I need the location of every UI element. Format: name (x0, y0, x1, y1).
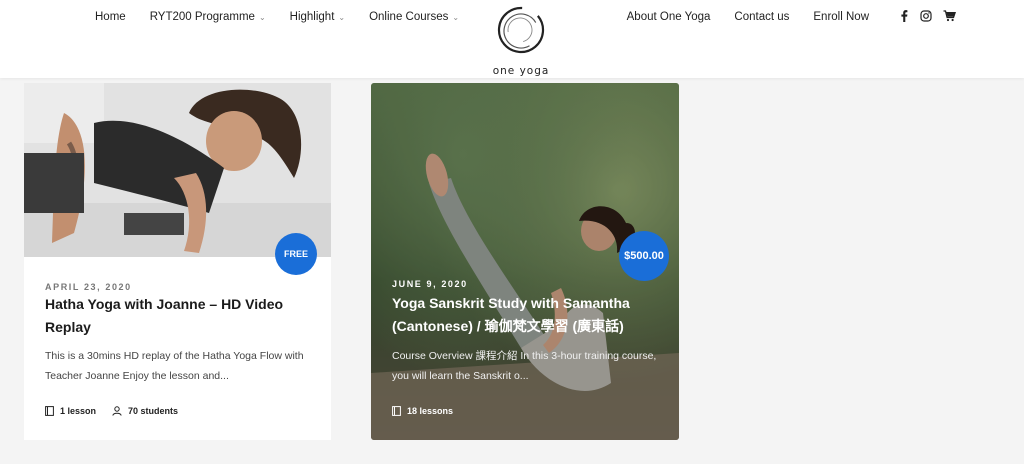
nav-enroll[interactable]: Enroll Now (813, 11, 869, 23)
course-title[interactable]: Yoga Sanskrit Study with Samantha (Canto… (392, 292, 672, 338)
lesson-count-label: 1 lesson (60, 406, 97, 416)
nav-about[interactable]: About One Yoga (627, 11, 711, 23)
chevron-down-icon: ⌄ (338, 12, 346, 22)
course-meta: 18 lessons (392, 406, 469, 416)
course-date: JUNE 9, 2020 (392, 279, 468, 289)
nav-ryt200-label: RYT200 Programme (149, 11, 255, 23)
logo-circle-icon (497, 6, 545, 54)
chevron-down-icon: ⌄ (258, 12, 266, 22)
student-count: 70 students (112, 406, 178, 416)
student-count-label: 70 students (128, 406, 179, 416)
nav-contact-label: Contact us (734, 11, 790, 23)
course-meta: 1 lesson 70 students (45, 406, 194, 416)
nav-home[interactable]: Home (95, 11, 126, 23)
lesson-count-label: 18 lessons (407, 406, 454, 416)
book-icon (45, 406, 54, 416)
course-date: APRIL 23, 2020 (45, 282, 132, 292)
course-excerpt: Course Overview 課程介紹 In this 3-hour trai… (392, 350, 657, 382)
instagram-icon[interactable] (920, 10, 932, 22)
course-thumbnail[interactable] (24, 83, 331, 257)
lesson-count: 1 lesson (45, 406, 96, 416)
facebook-icon[interactable] (899, 10, 909, 22)
course-title[interactable]: Hatha Yoga with Joanne – HD Video Replay (45, 293, 315, 339)
price-badge: $500.00 (619, 231, 669, 281)
nav-ryt200[interactable]: RYT200 Programme ⌄ (150, 11, 266, 23)
social-links (888, 10, 956, 22)
yoga-photo (24, 83, 331, 257)
book-icon (392, 406, 401, 416)
nav-highlight[interactable]: Highlight ⌄ (290, 11, 345, 23)
chevron-down-icon: ⌄ (452, 12, 460, 22)
nav-contact[interactable]: Contact us (734, 11, 789, 23)
logo-text: one yoga (492, 65, 550, 77)
nav-about-label: About One Yoga (626, 11, 711, 23)
nav-enroll-label: Enroll Now (813, 11, 869, 23)
nav-highlight-label: Highlight (289, 11, 335, 23)
nav-right: About One Yoga Contact us Enroll Now (603, 11, 869, 23)
price-badge: FREE (275, 233, 317, 275)
cart-icon[interactable] (943, 10, 956, 22)
nav-online-courses-label: Online Courses (369, 11, 449, 23)
nav-left: Home RYT200 Programme ⌄ Highlight ⌄ Onli… (95, 11, 483, 23)
site-header: Home RYT200 Programme ⌄ Highlight ⌄ Onli… (0, 0, 1024, 78)
course-card-hatha[interactable]: FREE APRIL 23, 2020 Hatha Yoga with Joan… (24, 83, 331, 440)
lesson-count: 18 lessons (392, 406, 453, 416)
user-icon (112, 406, 122, 416)
logo[interactable]: one yoga (491, 2, 551, 77)
course-excerpt: This is a 30mins HD replay of the Hatha … (45, 350, 304, 382)
nav-online-courses[interactable]: Online Courses ⌄ (369, 11, 459, 23)
nav-home-label: Home (95, 11, 126, 23)
